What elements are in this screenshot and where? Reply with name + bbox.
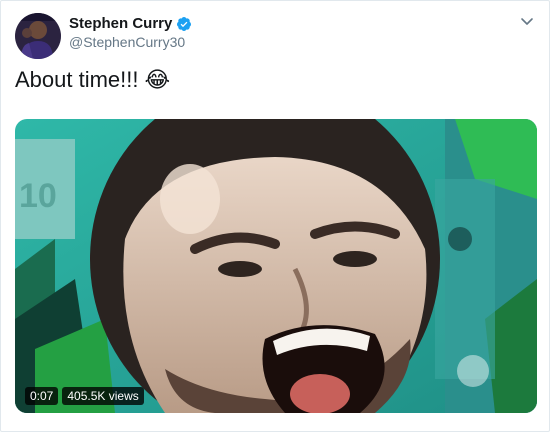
broadcast-watermark-icon — [457, 355, 489, 387]
author-display-name[interactable]: Stephen Curry — [69, 15, 172, 32]
video-player[interactable]: 10 — [15, 119, 537, 413]
tweet-text: About time!!! 😂 — [15, 67, 170, 93]
tweet-card: Stephen Curry @StephenCurry30 About time… — [0, 0, 550, 432]
laughing-emoji-icon: 😂 — [144, 67, 171, 92]
author-name-row: Stephen Curry — [69, 15, 192, 32]
video-meta-overlay: 0:07 405.5K views — [25, 387, 144, 405]
chevron-down-icon[interactable] — [519, 13, 535, 29]
avatar[interactable] — [15, 13, 61, 59]
svg-text:10: 10 — [19, 177, 57, 215]
avatar-image — [15, 13, 61, 59]
verified-badge-icon — [177, 16, 192, 31]
author-handle[interactable]: @StephenCurry30 — [69, 34, 185, 50]
video-views: 405.5K views — [62, 387, 144, 405]
video-duration: 0:07 — [25, 387, 59, 405]
tweet-text-body: About time!!! — [15, 67, 139, 92]
